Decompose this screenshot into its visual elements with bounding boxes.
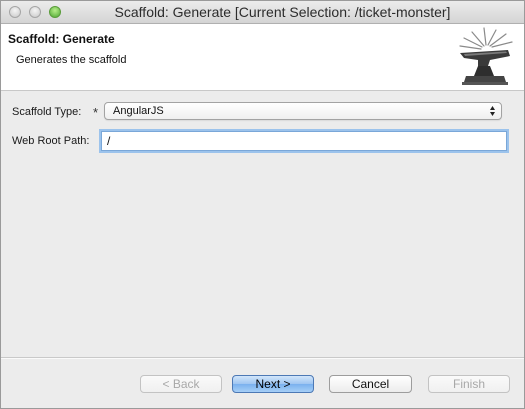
scaffold-type-select[interactable]: AngularJS	[104, 102, 502, 120]
required-marker: *	[93, 105, 99, 120]
scaffold-type-label: Scaffold Type:	[12, 106, 82, 118]
web-root-path-input[interactable]	[101, 131, 507, 151]
back-button[interactable]: < Back	[140, 375, 222, 393]
cancel-button[interactable]: Cancel	[329, 375, 412, 393]
banner-title: Scaffold: Generate	[8, 32, 115, 46]
scaffold-type-value: AngularJS	[113, 105, 164, 117]
wizard-banner: Scaffold: Generate Generates the scaffol…	[1, 24, 524, 91]
window-title: Scaffold: Generate [Current Selection: /…	[114, 4, 451, 20]
web-root-path-label: Web Root Path:	[12, 135, 90, 147]
next-button[interactable]: Next >	[232, 375, 314, 393]
banner-description: Generates the scaffold	[16, 54, 127, 66]
select-arrows-icon	[490, 106, 495, 116]
finish-button[interactable]: Finish	[428, 375, 510, 393]
title-bar[interactable]: Scaffold: Generate [Current Selection: /…	[1, 1, 524, 24]
footer-divider-highlight	[1, 358, 524, 359]
dialog-window: Scaffold: Generate [Current Selection: /…	[0, 0, 525, 409]
anvil-icon	[459, 27, 513, 85]
